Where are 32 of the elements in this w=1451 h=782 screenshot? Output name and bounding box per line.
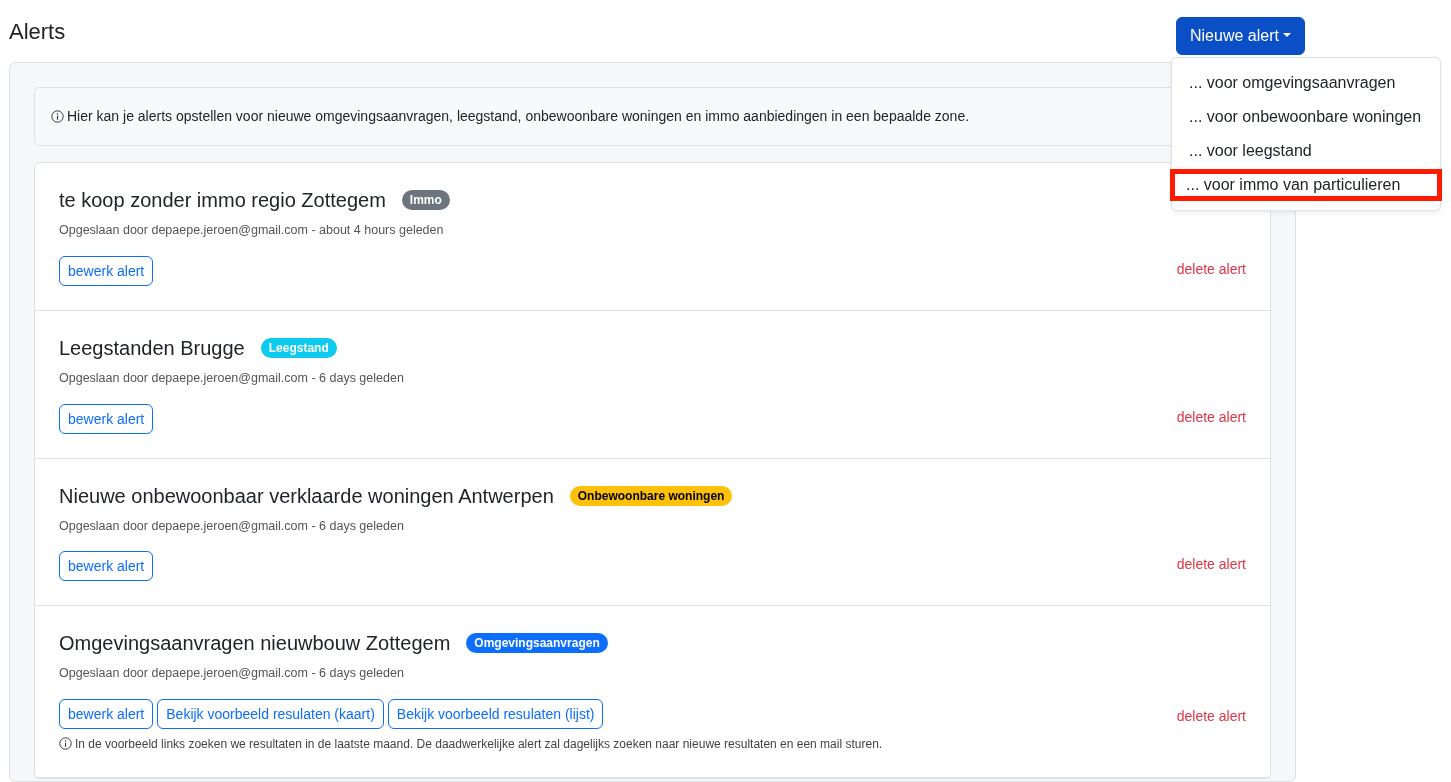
menu-item[interactable]: ... voor omgevingsaanvragen — [1172, 66, 1440, 100]
alert-title: Nieuwe onbewoonbaar verklaarde woningen Antwerpen — [59, 483, 554, 509]
menu-item[interactable]: ... voor immo van particulieren — [1172, 171, 1440, 199]
alert-title: Omgevingsaanvragen nieuwbouw Zottegem — [59, 631, 451, 657]
alert-title: Leegstanden Brugge — [59, 335, 245, 361]
edit-alert-button[interactable]: bewerk alert — [59, 403, 154, 434]
category-tag: Omgevingsaanvragen — [466, 633, 608, 654]
new-alert-button[interactable]: Nieuwe alert — [1176, 17, 1305, 55]
info-icon — [51, 110, 64, 123]
saved-by-text: Opgeslaan door depaepe.jeroen@gmail.com - 6 days geleden — [59, 665, 405, 683]
saved-by-text: Opgeslaan door depaepe.jeroen@gmail.com - 6 days geleden — [59, 517, 405, 535]
saved-by-text: Opgeslaan door depaepe.jeroen@gmail.com - 6 days geleden — [59, 369, 404, 387]
delete-alert-link[interactable]: delete alert — [1176, 554, 1246, 576]
menu-item[interactable]: ... voor leegstand — [1172, 134, 1440, 168]
edit-alert-button[interactable]: bewerk alert — [59, 255, 154, 286]
category-tag: Immo — [401, 190, 450, 210]
category-tag: Leegstand — [260, 337, 337, 358]
edit-alert-button[interactable]: bewerk alert — [59, 699, 154, 729]
info-icon — [59, 737, 72, 750]
page-title: Alerts — [9, 18, 66, 46]
preview-results-button[interactable]: Bekijk voorbeeld resulaten (lijst) — [387, 699, 604, 729]
category-tag: Onbewoonbare woningen — [569, 485, 733, 506]
delete-alert-link[interactable]: delete alert — [1176, 258, 1246, 280]
delete-alert-link[interactable]: delete alert — [1176, 406, 1246, 428]
preview-results-button[interactable]: Bekijk voorbeeld resulaten (kaart) — [157, 699, 384, 729]
saved-by-text: Opgeslaan door depaepe.jeroen@gmail.com - about 4 hours geleden — [59, 222, 445, 239]
preview-note: In de voorbeeld links zoeken we resultaten in de laatste maand. De daadwerkelijke alert zal dagelijks zoeken naar nieuwe resultaten en een mail sturen. — [59, 735, 883, 753]
menu-item[interactable]: ... voor onbewoonbare woningen — [1172, 100, 1440, 134]
alert-title: te koop zonder immo regio Zottegem — [59, 188, 386, 213]
edit-alert-button[interactable]: bewerk alert — [59, 551, 154, 582]
delete-alert-link[interactable]: delete alert — [1176, 706, 1246, 727]
info-text: Hier kan je alerts opstellen voor nieuwe omgevingsaanvragen, leegstand, onbewoonbare woningen en immo aanbiedingen in een bepaalde zone. — [51, 108, 970, 124]
